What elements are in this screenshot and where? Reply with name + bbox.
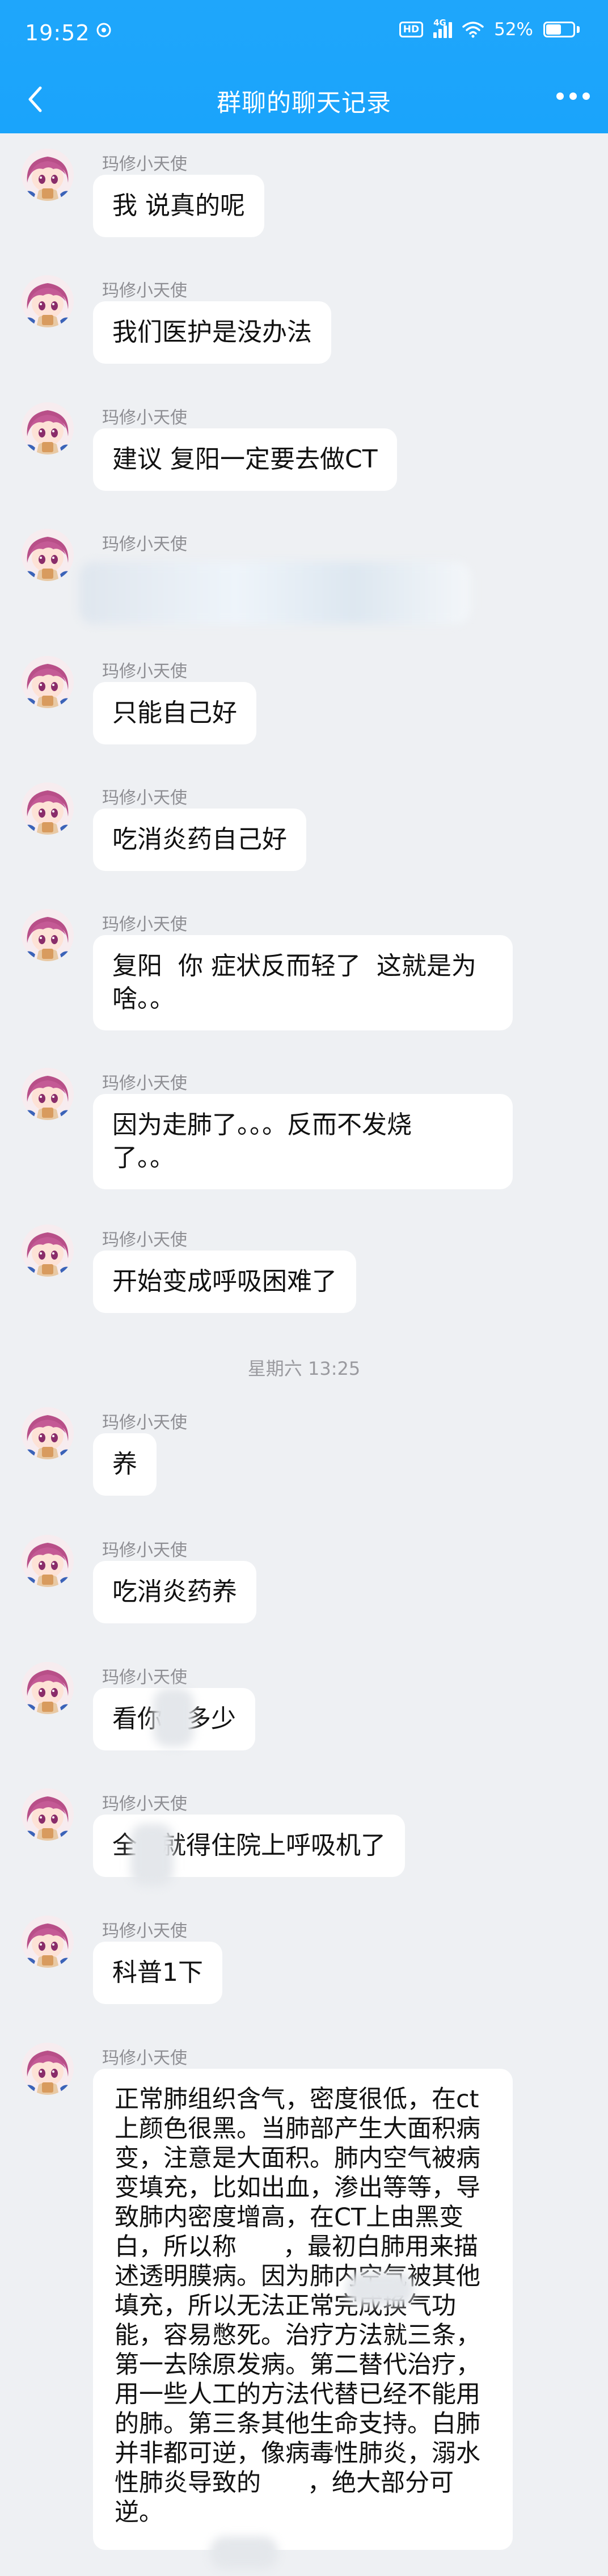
avatar[interactable] [22,656,74,708]
redacted-content [130,1824,174,1886]
top-bar: 19:52 HD 4G 52% 群聊的聊天记录 [0,0,608,133]
status-time: 19:52 [25,20,90,45]
sender-name: 玛修小天使 [102,534,187,554]
sender-name: 玛修小天使 [102,1413,187,1433]
avatar[interactable] [22,1788,74,1841]
avatar[interactable] [22,529,74,581]
message-bubble[interactable]: 建议 复阳一定要去做CT [93,428,397,491]
sender-name: 玛修小天使 [102,1074,187,1093]
message-bubble[interactable]: 正常肺组织含气，密度很低，在ct上颜色很黑。当肺部产生大面积病变，注意是大面积。… [93,2069,513,2550]
sender-name: 玛修小天使 [102,2048,187,2068]
message-bubble[interactable]: 吃消炎药养 [93,1561,256,1623]
sender-name: 玛修小天使 [102,1540,187,1560]
avatar[interactable] [22,149,74,201]
battery-icon [543,22,575,37]
message-bubble[interactable]: 我们医护是没办法 [93,301,331,364]
battery-percent: 52% [494,19,533,40]
message-bubble[interactable]: 因为走肺了。。。反而不发烧 了。。 [93,1094,513,1189]
nav-bar: 群聊的聊天记录 [0,65,608,133]
avatar[interactable] [22,2043,74,2095]
timestamp-divider: 星期六 13:25 [247,1358,361,1379]
redacted-content [210,2536,278,2569]
avatar[interactable] [22,1916,74,1968]
message-bubble[interactable]: 只能自己好 [93,682,256,744]
sender-name: 玛修小天使 [102,281,187,301]
redacted-content [346,2272,414,2305]
sender-name: 玛修小天使 [102,1921,187,1941]
sender-name: 玛修小天使 [102,915,187,935]
battery-cap [577,26,580,33]
message-bubble[interactable]: 复阳 你 症状反而轻了 这就是为 啥。。 [93,935,513,1030]
sender-name: 玛修小天使 [102,1794,187,1814]
sender-name: 玛修小天使 [102,662,187,681]
more-dot-icon [569,92,577,100]
sender-name: 玛修小天使 [102,1668,187,1687]
avatar[interactable] [22,909,74,961]
more-dot-icon [556,92,564,100]
status-bar: 19:52 HD 4G 52% [0,0,608,65]
avatar[interactable] [22,782,74,835]
hd-badge: HD [399,22,424,37]
wifi-icon [462,22,484,38]
message-bubble[interactable]: 我 说真的呢 [93,175,264,237]
redacted-content [153,1688,194,1747]
avatar[interactable] [22,275,74,327]
avatar[interactable] [22,1662,74,1714]
cellular-signal-icon: 4G [433,18,453,38]
message-bubble[interactable]: 开始变成呼吸困难了 [93,1251,356,1313]
avatar[interactable] [22,1407,74,1459]
avatar[interactable] [22,402,74,454]
more-dot-icon [582,92,590,100]
app-notification-icon [96,23,111,37]
sender-name: 玛修小天使 [102,788,187,808]
more-options-button[interactable] [556,92,590,100]
avatar[interactable] [22,1224,74,1277]
sender-name: 玛修小天使 [102,408,187,428]
sender-name: 玛修小天使 [102,154,187,174]
sender-name: 玛修小天使 [102,1230,187,1250]
redacted-content [79,562,471,624]
page-title: 群聊的聊天记录 [217,89,391,117]
message-bubble[interactable]: 吃消炎药自己好 [93,809,306,871]
avatar[interactable] [22,1535,74,1587]
message-bubble[interactable]: 科普1下 [93,1942,222,2004]
status-icons: HD 4G 52% [399,18,580,40]
message-bubble[interactable]: 养 [93,1433,157,1496]
avatar[interactable] [22,1068,74,1120]
